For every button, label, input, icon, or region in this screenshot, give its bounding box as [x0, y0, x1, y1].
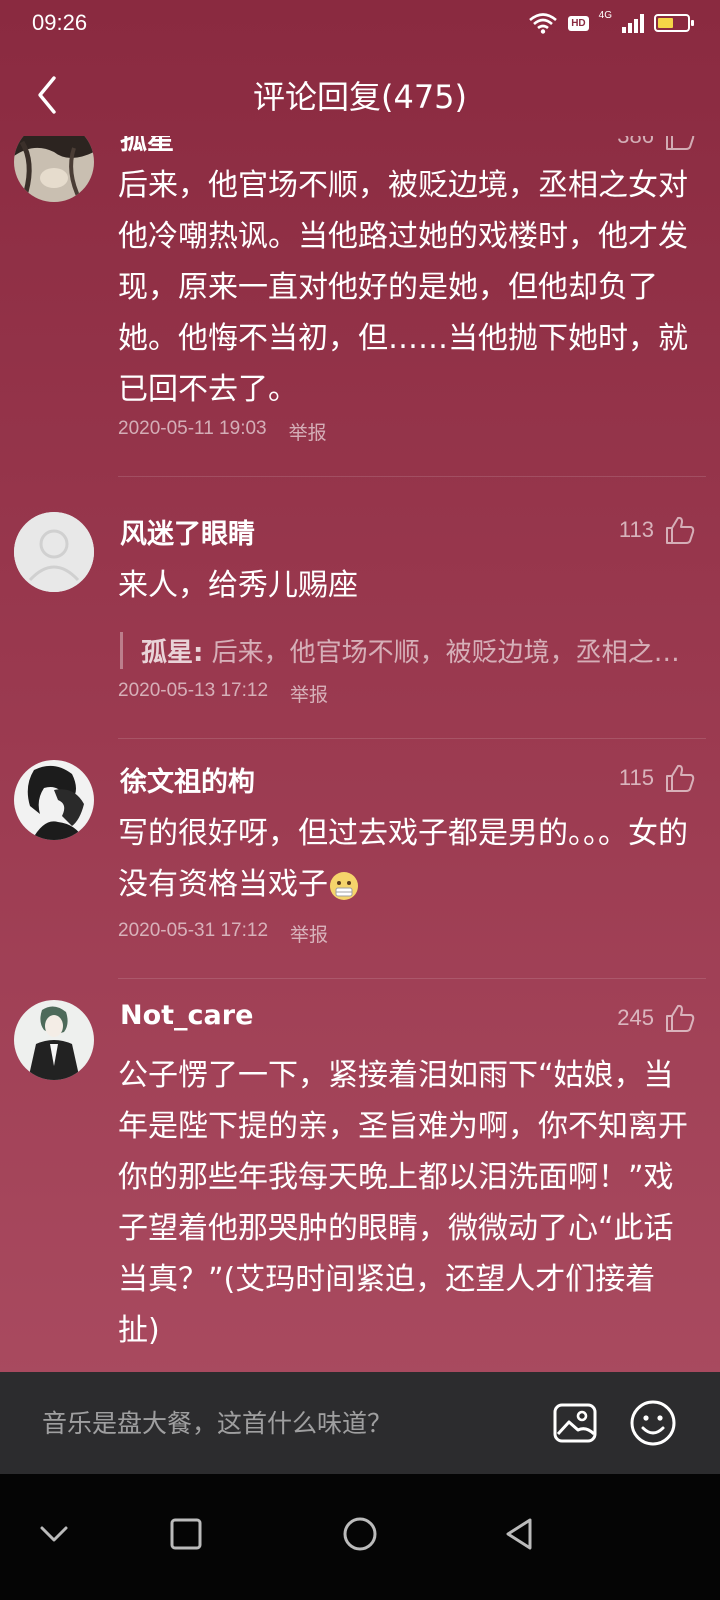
status-bar: 09:26 HD 4G	[0, 0, 720, 52]
image-button[interactable]	[552, 1400, 598, 1446]
username[interactable]: 孤星	[120, 136, 174, 157]
square-icon	[170, 1518, 202, 1550]
avatar[interactable]	[14, 1000, 94, 1080]
username[interactable]: Not_care	[120, 1000, 253, 1031]
chevron-down-icon	[40, 1526, 68, 1542]
report-link[interactable]: 举报	[290, 680, 328, 707]
like-count: 115	[618, 765, 654, 790]
like-group[interactable]: 245	[617, 1002, 696, 1034]
username[interactable]: 风迷了眼睛	[120, 512, 255, 551]
username[interactable]: 徐文祖的枸	[120, 760, 255, 799]
comment-text: 公子愣了一下，紧接着泪如雨下“姑娘，当年是陛下提的亲，圣旨难为啊，你不知离开你的…	[118, 1058, 688, 1348]
battery-icon	[654, 14, 694, 32]
quote-text: 后来，他官场不顺，被贬边境，丞相之女对他冷嘲热讽。当他路过她的戏楼时，他才发现，…	[211, 638, 680, 668]
like-count: 386	[617, 136, 654, 149]
comment-time: 2020-05-31 17:12	[118, 920, 269, 941]
nav-home-button[interactable]	[330, 1504, 390, 1564]
comment-time: 2020-05-11 19:03	[118, 418, 267, 439]
system-nav-bar	[0, 1474, 720, 1600]
quote-author: 孤星:	[141, 638, 204, 668]
comment-text: 写的很好呀，但过去戏子都是男的。。。女的没有资格当戏子	[118, 808, 690, 910]
report-link[interactable]: 举报	[289, 418, 327, 445]
comment-meta: 2020-05-11 19:03 举报	[118, 418, 327, 445]
emoji-button[interactable]	[628, 1398, 678, 1448]
thumbs-up-icon[interactable]	[664, 1002, 696, 1034]
comment-time: 2020-05-13 17:12	[118, 680, 269, 701]
like-group[interactable]: 386	[617, 136, 696, 152]
shocked-face-emoji-icon	[330, 871, 358, 900]
default-avatar-icon	[14, 512, 94, 592]
avatar[interactable]	[14, 512, 94, 592]
like-group[interactable]: 115	[619, 762, 696, 794]
comment-text: 来人，给秀儿赐座	[118, 568, 358, 603]
avatar[interactable]	[14, 136, 94, 202]
triangle-left-icon	[506, 1518, 532, 1550]
image-icon	[553, 1403, 597, 1443]
nav-recent-button[interactable]	[156, 1504, 216, 1564]
divider	[118, 978, 706, 979]
comment-text-content: 写的很好呀，但过去戏子都是男的。。。女的没有资格当戏子	[118, 816, 688, 902]
comment-text: 后来，他官场不顺，被贬边境，丞相之女对他冷嘲热讽。当他路过她的戏楼时，他才发现，…	[118, 168, 688, 407]
app-header: 评论回复(475)	[0, 52, 720, 136]
hd-badge: HD	[568, 15, 589, 31]
battery-level	[658, 18, 673, 28]
status-time: 09:26	[32, 10, 88, 35]
page-title: 评论回复(475)	[252, 78, 468, 116]
thumbs-up-icon[interactable]	[664, 136, 696, 152]
like-count: 113	[618, 517, 654, 542]
nav-back-button[interactable]	[490, 1504, 550, 1564]
avatar[interactable]	[14, 760, 94, 840]
divider	[118, 476, 706, 477]
signal-icon	[622, 13, 644, 33]
quoted-comment[interactable]: 孤星: 后来，他官场不顺，被贬边境，丞相之女对他冷嘲热讽。当他路过她的戏楼时，他…	[120, 632, 680, 669]
comment-input-bar	[0, 1372, 720, 1474]
comment-list[interactable]: 孤星 386 后来，他官场不顺，被贬边境，丞相之女对他冷嘲热讽。当他路过她的戏楼…	[0, 136, 720, 1372]
like-count: 245	[617, 1005, 654, 1030]
comment-meta: 2020-05-31 17:12 举报	[118, 920, 328, 947]
circle-icon	[343, 1517, 377, 1551]
comment-input[interactable]	[40, 1396, 524, 1450]
comment-meta: 2020-05-13 17:12 举报	[118, 680, 328, 707]
divider	[118, 738, 706, 739]
like-group[interactable]: 113	[619, 514, 696, 546]
smiley-icon	[630, 1400, 676, 1446]
nav-hide-button[interactable]	[24, 1504, 84, 1564]
thumbs-up-icon[interactable]	[664, 762, 696, 794]
network-label: 4G	[598, 9, 612, 21]
status-icons: HD 4G	[528, 9, 694, 34]
report-link[interactable]: 举报	[290, 920, 328, 947]
wifi-icon	[529, 13, 558, 34]
thumbs-up-icon[interactable]	[664, 514, 696, 546]
